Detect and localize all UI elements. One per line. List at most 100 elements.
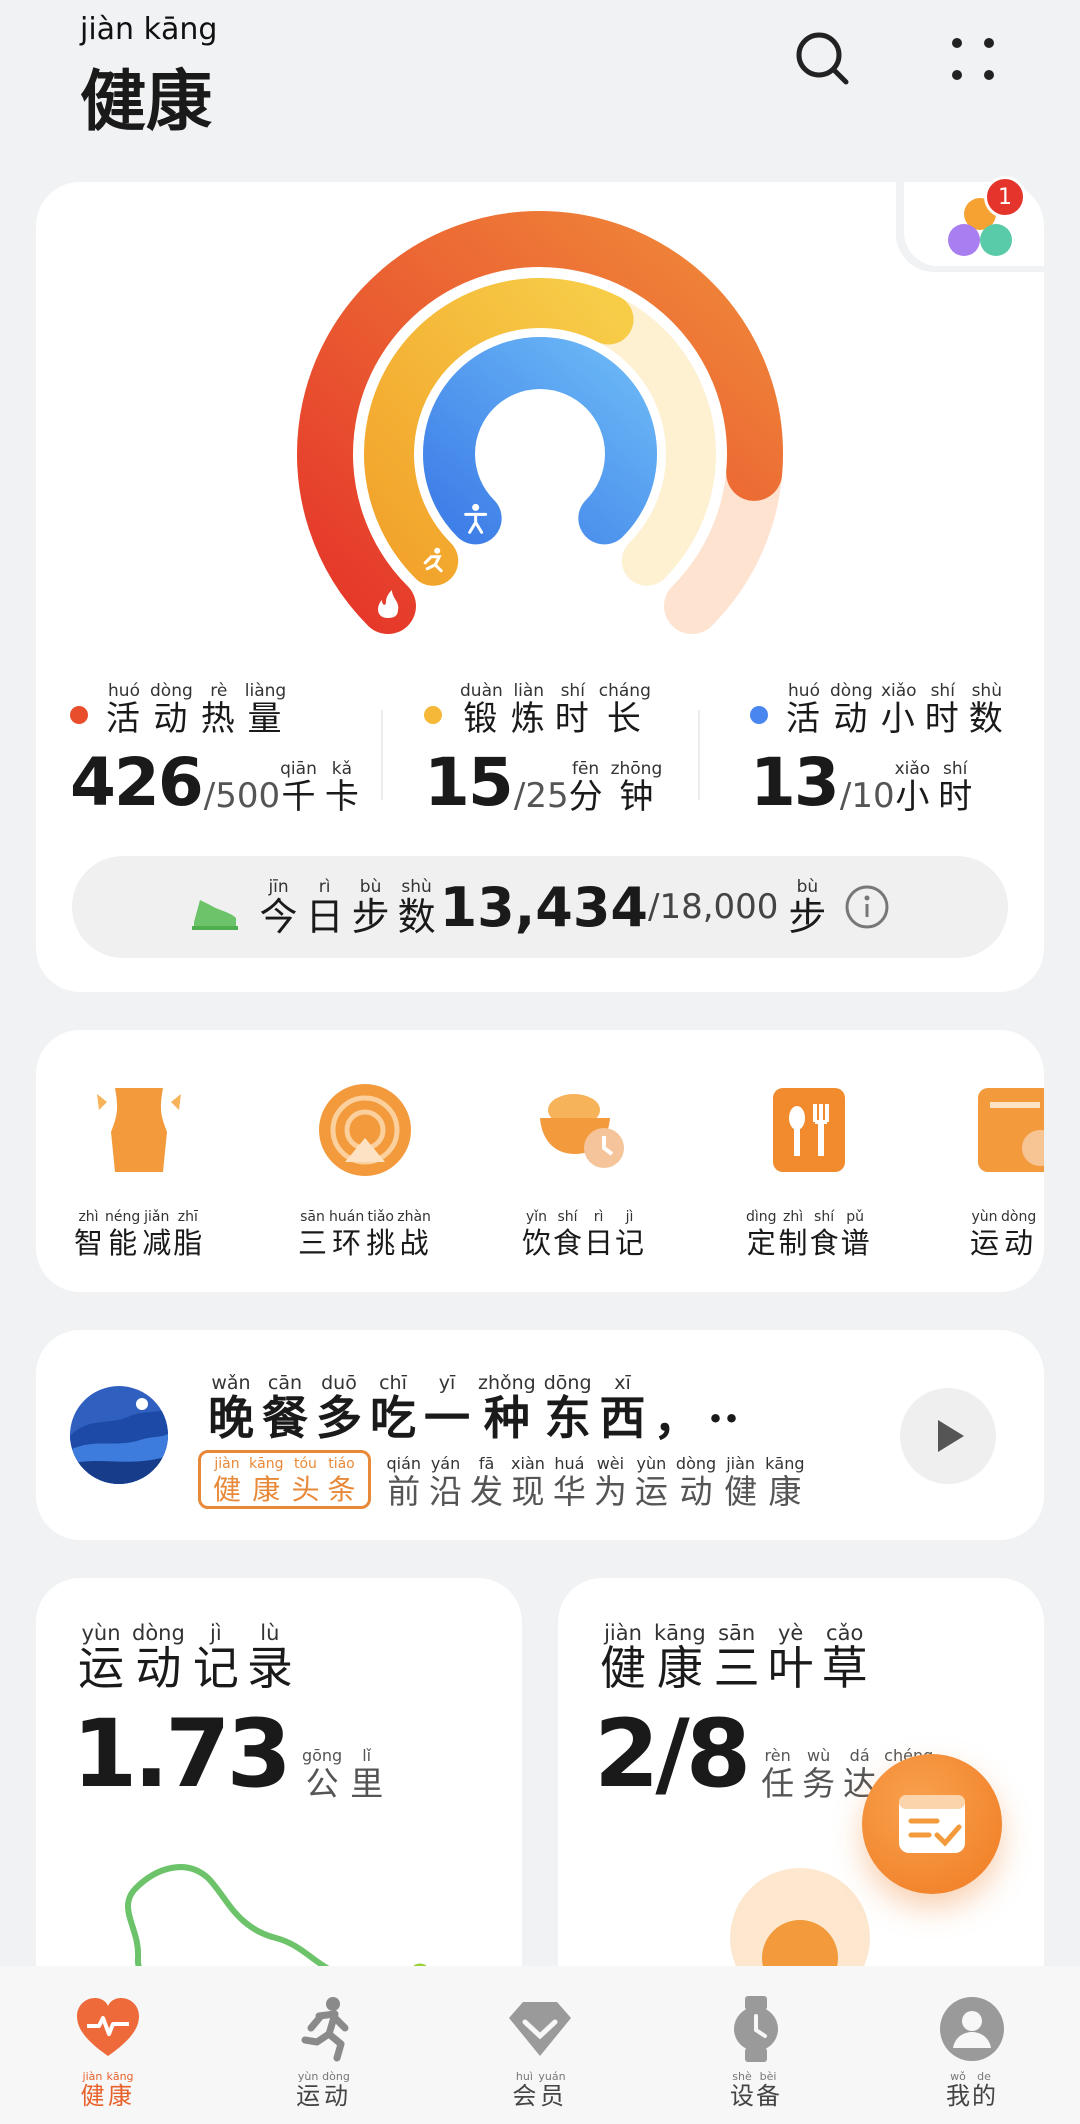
char: qián 前: [387, 1453, 422, 1510]
char: kāng 康: [654, 1622, 706, 1692]
hanzi: 日: [305, 895, 344, 940]
stat-exercise[interactable]: duàn 锻 liàn 炼 shí 时 cháng 长 15 /25 fēn 分 zhōng 钟: [424, 680, 662, 816]
char: shù 数: [398, 876, 436, 938]
hanzi: 热: [200, 699, 237, 739]
hanzi: 动: [323, 2082, 348, 2110]
hanzi: 记: [192, 1641, 239, 1695]
char: ··: [708, 1372, 740, 1443]
char: kāng 康: [765, 1453, 804, 1510]
search-icon[interactable]: [790, 26, 856, 92]
steps-goal: /18,000: [648, 887, 779, 927]
hanzi: 康: [107, 2082, 132, 2110]
exercise-goal: /25: [513, 775, 569, 816]
pinyin: tóu: [294, 1456, 317, 1472]
char: dòng 动: [676, 1453, 716, 1510]
pinyin: zhī: [177, 1209, 198, 1225]
char: jì 记: [615, 1206, 644, 1258]
char: yè 叶: [768, 1622, 814, 1692]
play-button[interactable]: [900, 1388, 996, 1484]
hanzi: 康: [252, 1473, 281, 1506]
nav-me[interactable]: wǒ 我 de 的: [864, 1966, 1080, 2124]
health-clover-title: jiàn 健 kāng 康 sān 三 yè 叶 cǎo 草: [600, 1622, 868, 1692]
char: jīn 今: [260, 876, 298, 938]
pinyin: zhì: [78, 1209, 99, 1225]
char: kāng 康: [249, 1453, 283, 1504]
avatar-icon: [940, 1997, 1004, 2061]
hanzi: 三: [298, 1226, 328, 1260]
hanzi: 定: [746, 1226, 776, 1260]
char: zhì 智: [74, 1206, 103, 1258]
distance-value: 1.73: [72, 1700, 292, 1809]
info-icon[interactable]: [844, 884, 890, 930]
hanzi: 设: [730, 2082, 754, 2110]
health-article-card[interactable]: wǎn 晚 cān 餐 duō 多 chī 吃 yī 一 zhǒng 种 dōng 东 xī 西 ， ·· j…: [36, 1330, 1044, 1540]
daily-steps-bar[interactable]: jīn 今 rì 日 bù 步 shù 数 13,434 /18,000 bù 步: [72, 856, 1008, 958]
nav-membership[interactable]: huì 会 yuán 员: [432, 1966, 648, 2124]
hanzi: 我: [946, 2082, 970, 2110]
char: de 的: [972, 2070, 996, 2109]
char: jiàn 健: [600, 1622, 646, 1692]
pinyin: rì: [593, 1209, 604, 1225]
char: dìng 定: [746, 1206, 777, 1258]
pinyin: sān: [300, 1209, 325, 1225]
pinyin: kāng: [249, 1456, 284, 1472]
exercise-record-card[interactable]: yùn 运 dòng 动 jì 记 lù 录 1.73 gōng 公 lǐ 里: [36, 1578, 522, 2008]
char: wǎn 晚: [208, 1372, 254, 1442]
hanzi: 运: [970, 1226, 1000, 1260]
shortcut-custom-recipe[interactable]: dìng 定 zhì 制 shí 食 pǔ 谱: [746, 1080, 872, 1258]
exercise-unit: fēn 分 zhōng 钟: [569, 758, 663, 816]
char: xiǎo 小: [881, 680, 917, 738]
char: jiàn 健: [724, 1453, 757, 1510]
char: xiǎo 小: [895, 758, 931, 816]
active-hours-unit: xiǎo 小 shí 时: [895, 758, 973, 816]
shortcut-sport[interactable]: yùn 运 dòng 动: [970, 1080, 1044, 1258]
hanzi: 草: [821, 1641, 868, 1695]
food-bowl-clock-icon: [540, 1094, 625, 1168]
shortcut-smart-fat-loss[interactable]: zhì 智 néng 能 jiǎn 减 zhī 脂: [74, 1080, 204, 1258]
char: lǐ 里: [350, 1745, 383, 1802]
nav-health[interactable]: jiàn 健 kāng 康: [0, 1966, 216, 2124]
app-title-pinyin: jiàn kāng: [80, 12, 218, 47]
hanzi: 时: [554, 699, 591, 739]
char: zhī 脂: [173, 1206, 202, 1258]
hanzi: 谱: [840, 1226, 870, 1260]
char: tiáo 条: [327, 1453, 355, 1504]
char: yǐn 饮: [522, 1206, 551, 1258]
char: néng 能: [105, 1206, 140, 1258]
hanzi: 运: [78, 1641, 124, 1695]
hanzi: 为: [593, 1471, 627, 1511]
calories-goal: /500: [203, 775, 281, 816]
shortcut-label: zhì 智 néng 能 jiǎn 减 zhī 脂: [74, 1206, 204, 1258]
diamond-icon: [509, 2002, 571, 2056]
shortcut-label: yùn 运 dòng 动: [970, 1206, 1038, 1258]
nav-devices[interactable]: shè 设 bèi 备: [648, 1966, 864, 2124]
stat-calories[interactable]: huó 活 dòng 动 rè 热 liàng 量 426 /500 qiān 千 kǎ 卡: [70, 680, 359, 816]
char: shí 食: [810, 1206, 839, 1258]
shortcut-diet-diary[interactable]: yǐn 饮 shí 食 rì 日 jì 记: [522, 1080, 646, 1258]
char: yī 一: [424, 1372, 470, 1442]
char: shí 食: [553, 1206, 582, 1258]
shortcut-three-rings-challenge[interactable]: sān 三 huán 环 tiǎo 挑 zhàn 战: [298, 1080, 433, 1258]
char: wù 务: [802, 1745, 835, 1802]
menu-dots-icon[interactable]: [940, 26, 1006, 92]
char: rè 热: [201, 680, 237, 738]
hanzi: 数: [397, 895, 436, 940]
hanzi: 公: [305, 1764, 339, 1804]
char: liàn 炼: [511, 680, 547, 738]
char: jiǎn 减: [142, 1206, 171, 1258]
nav-exercise[interactable]: yùn 运 dòng 动: [216, 1966, 432, 2124]
app-title-text: 健康: [80, 62, 212, 140]
char: shí 时: [938, 758, 972, 816]
char: dòng 动: [1001, 1206, 1036, 1258]
stat-active-hours[interactable]: huó 活 dòng 动 xiǎo 小 shí 时 shù 数 13 /10 xiǎo 小 shí 时: [750, 680, 1005, 816]
char: dòng 动: [150, 680, 193, 738]
char: xī 西: [600, 1372, 646, 1442]
calories-value: 426: [70, 743, 204, 821]
task-checklist-button[interactable]: [862, 1754, 1002, 1894]
hanzi: 东: [544, 1391, 591, 1445]
pinyin: yùn: [971, 1209, 998, 1225]
hanzi: 日: [584, 1226, 614, 1260]
activity-rings-card[interactable]: 1 huó 活 dòng 动 rè 热 liàng 量 426 /500 qiān 千 kǎ 卡 d…: [36, 176, 1046, 992]
active-hours-dot: [750, 705, 768, 724]
nav-label: wǒ 我 de 的: [946, 2070, 998, 2109]
